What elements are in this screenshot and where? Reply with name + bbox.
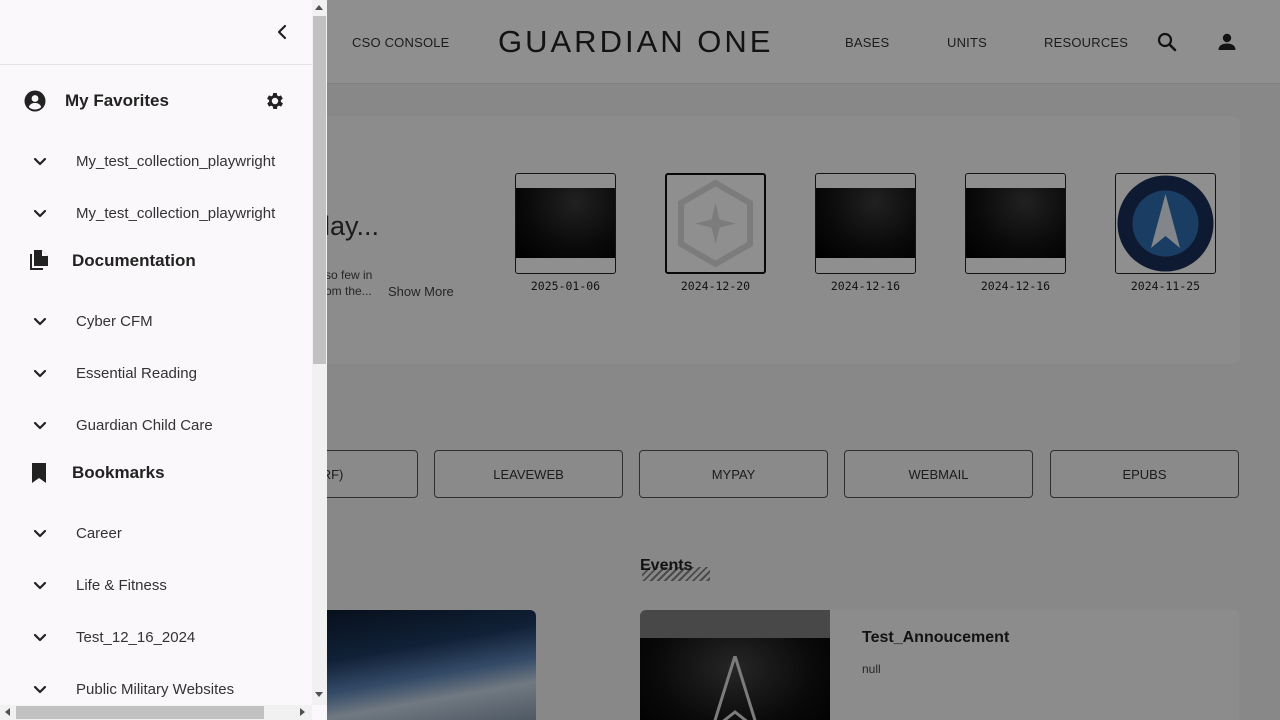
chevron-down-icon[interactable] [32, 155, 48, 169]
chevron-down-icon[interactable] [32, 527, 48, 541]
section-bookmarks: Bookmarks [0, 452, 312, 492]
scroll-down-arrow[interactable] [315, 692, 323, 697]
gear-icon[interactable] [264, 90, 286, 112]
drawer-header [0, 0, 312, 65]
favorites-item-label[interactable]: My_test_collection_playwright [76, 205, 275, 222]
scroll-up-arrow[interactable] [315, 5, 323, 10]
chevron-down-icon[interactable] [32, 207, 48, 221]
bookmarks-item-label[interactable]: Public Military Websites [76, 681, 234, 698]
bookmarks-item-label[interactable]: Test_12_16_2024 [76, 629, 195, 646]
favorites-item[interactable]: My_test_collection_playwright [0, 196, 312, 232]
documentation-item[interactable]: Guardian Child Care [0, 408, 312, 444]
documentation-item-label[interactable]: Guardian Child Care [76, 417, 213, 434]
documentation-item[interactable]: Essential Reading [0, 356, 312, 392]
bookmarks-item[interactable]: Life & Fitness [0, 568, 312, 604]
favorites-item[interactable]: My_test_collection_playwright [0, 144, 312, 180]
chevron-down-icon[interactable] [32, 579, 48, 593]
bookmarks-item[interactable]: Public Military Websites [0, 672, 312, 708]
favorites-item-label[interactable]: My_test_collection_playwright [76, 153, 275, 170]
chevron-down-icon[interactable] [32, 315, 48, 329]
bookmarks-item[interactable]: Test_12_16_2024 [0, 620, 312, 656]
bookmarks-item-label[interactable]: Career [76, 525, 122, 542]
chevron-down-icon[interactable] [32, 631, 48, 645]
chevron-down-icon[interactable] [32, 367, 48, 381]
chevron-down-icon[interactable] [32, 683, 48, 697]
section-label: Bookmarks [72, 463, 165, 482]
chevron-left-icon[interactable] [272, 22, 292, 42]
documentation-item-label[interactable]: Essential Reading [76, 365, 197, 382]
scrollbar-corner [312, 705, 327, 720]
bookmark-icon [32, 463, 46, 483]
section-label: My Favorites [65, 91, 169, 110]
chevron-down-icon[interactable] [32, 419, 48, 433]
scroll-left-arrow[interactable] [5, 708, 10, 716]
account-circle-icon [24, 90, 46, 112]
section-label: Documentation [72, 251, 196, 270]
section-documentation: Documentation [0, 240, 312, 280]
navigation-drawer: My Favorites My_test_collection_playwrig… [0, 0, 327, 720]
documents-icon [30, 250, 48, 270]
documentation-item[interactable]: Cyber CFM [0, 304, 312, 340]
vertical-scrollbar-thumb[interactable] [313, 16, 326, 364]
bookmarks-item[interactable]: Career [0, 516, 312, 552]
scroll-right-arrow[interactable] [300, 708, 305, 716]
documentation-item-label[interactable]: Cyber CFM [76, 313, 153, 330]
horizontal-scrollbar-thumb[interactable] [16, 706, 264, 719]
bookmarks-item-label[interactable]: Life & Fitness [76, 577, 167, 594]
